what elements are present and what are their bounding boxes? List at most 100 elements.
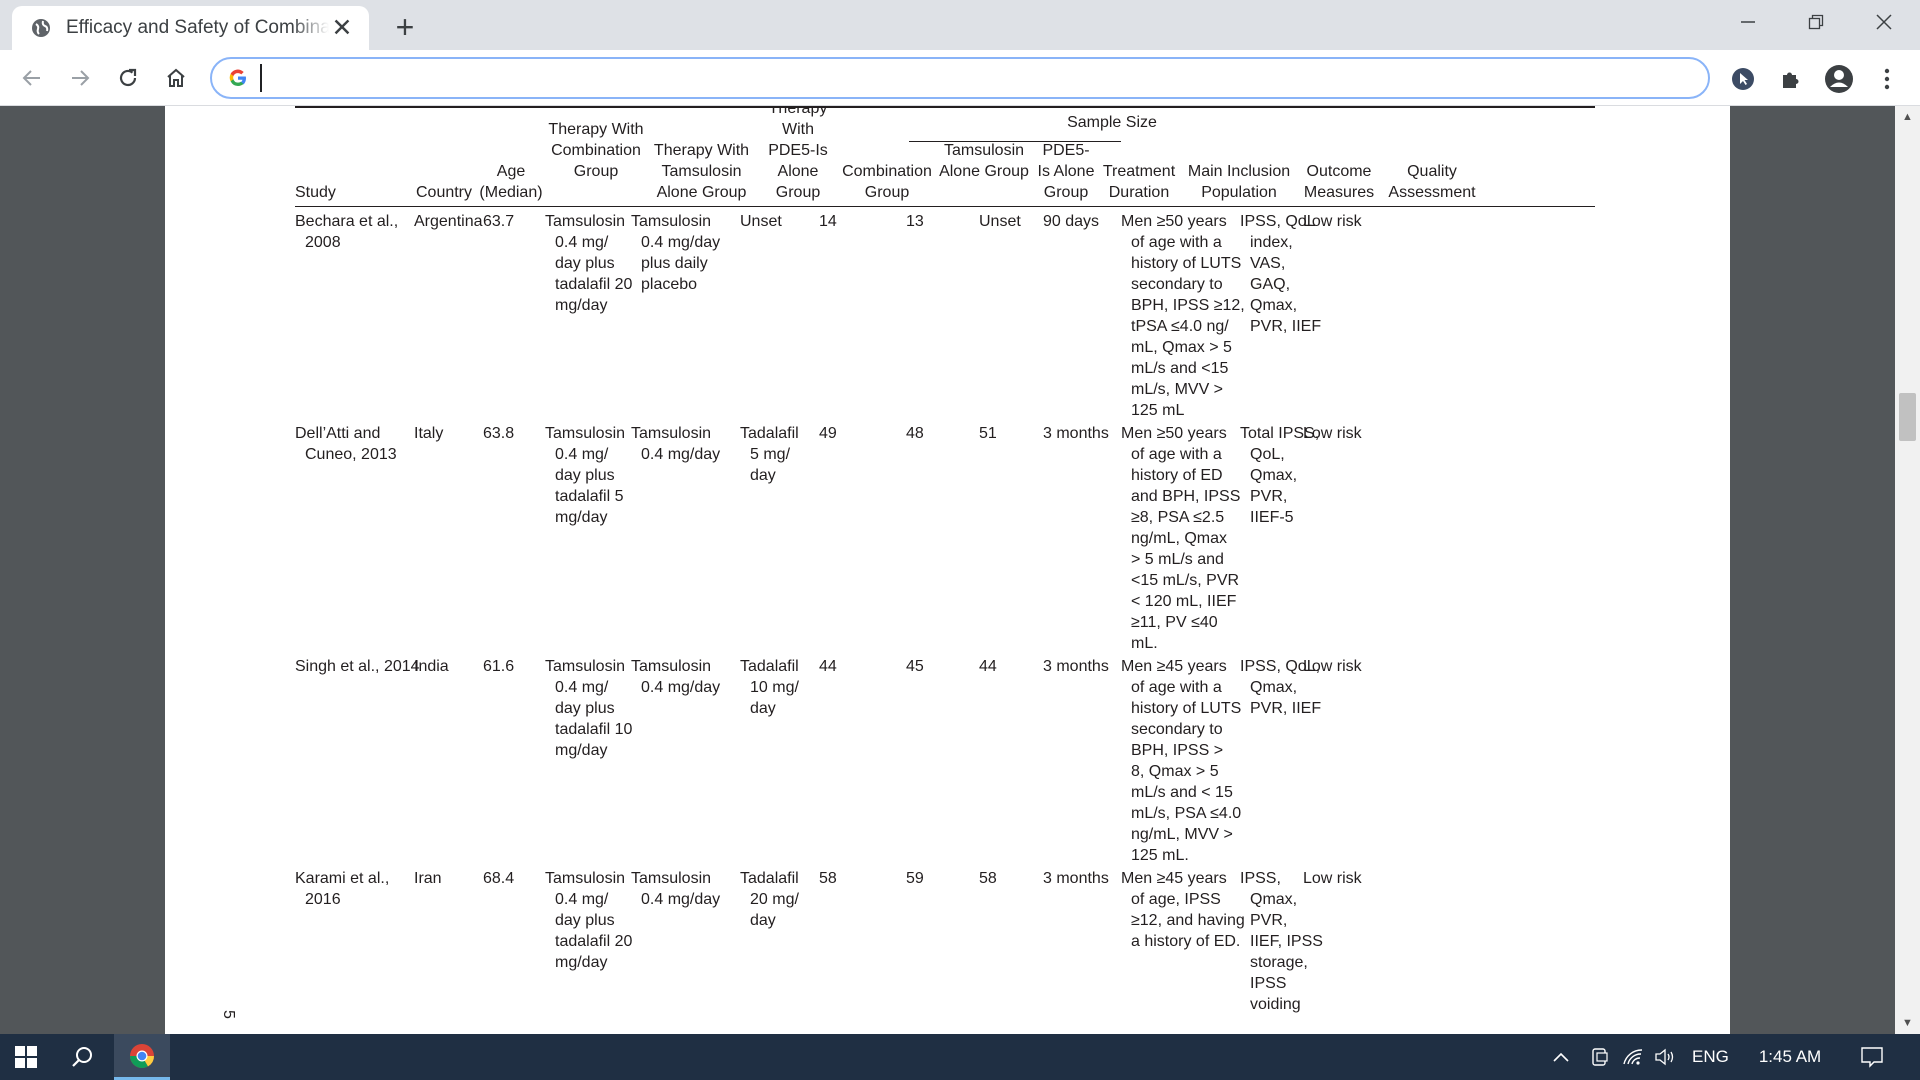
table-cell-age: 68.4: [483, 870, 515, 887]
table-cell-population: Men ≥50 years of age with a history of ED a…: [1121, 425, 1241, 652]
table-cell-n-pde5: 58: [979, 870, 997, 887]
table-cell-age: 63.7: [483, 213, 515, 230]
col-header-combination-therapy: Therapy With Combination Group: [548, 121, 644, 180]
search-icon: [72, 1047, 92, 1067]
table-cell-combination: Tamsulosin 0.4 mg/day plus tadalafil 20 mg/…: [545, 870, 633, 971]
arrow-left-icon: [22, 70, 40, 86]
col-header-duration: Treatment Duration: [1102, 163, 1176, 201]
table-cell-n-pde5: 51: [979, 425, 997, 442]
show-hidden-icons-icon[interactable]: [1548, 1052, 1574, 1062]
table-cell-tamsulosin: Tamsulosin 0.4 mg/day: [631, 658, 721, 696]
table-cell-pde5: Unset: [740, 213, 782, 230]
table-cell-combination: Tamsulosin 0.4 mg/day plus tadalafil 20 mg/…: [545, 213, 633, 314]
table-cell-country: Argentina: [414, 213, 483, 230]
table-cell-age: 63.8: [483, 425, 515, 442]
table-cell-n-tamsulosin: 45: [906, 658, 924, 675]
meet-now-icon[interactable]: [1582, 1047, 1618, 1067]
page-number: 5: [220, 1010, 237, 1019]
table-cell-study: Bechara et al., 2008: [295, 213, 399, 251]
browser-toolbar: [0, 50, 1920, 106]
search-button[interactable]: [58, 1034, 106, 1080]
col-header-pde5-therapy: Therapy With PDE5-Is Alone Group: [768, 106, 828, 201]
extension-cursor-button[interactable]: [1726, 62, 1760, 96]
language-indicator[interactable]: ENG: [1692, 1047, 1729, 1067]
extensions-button[interactable]: [1774, 62, 1808, 96]
clock[interactable]: 1:45 AM: [1759, 1047, 1821, 1067]
table-cell-study: Dell’Atti and Cuneo, 2013: [295, 425, 397, 463]
pdf-viewer: Sample Size Study Country Age (Median) T…: [0, 106, 1920, 1034]
tab-title: Efficacy and Safety of Combination Thera…: [66, 17, 329, 38]
browser-tab[interactable]: Efficacy and Safety of Combination Thera…: [12, 6, 369, 50]
volume-icon[interactable]: [1648, 1048, 1682, 1066]
table-cell-n-tamsulosin: 48: [906, 425, 924, 442]
reload-button[interactable]: [110, 60, 146, 96]
profile-button[interactable]: [1822, 62, 1856, 96]
document-page: Sample Size Study Country Age (Median) T…: [165, 106, 1730, 1034]
account-icon: [1825, 65, 1853, 93]
address-bar[interactable]: [210, 57, 1710, 99]
minimize-button[interactable]: [1718, 4, 1778, 40]
tab-close-icon[interactable]: ✕: [329, 14, 355, 42]
table-cell-n-tamsulosin: 59: [906, 870, 924, 887]
google-icon: [228, 67, 250, 89]
header-bottom-rule: [295, 206, 1595, 207]
table-cell-population: Men ≥45 years of age with a history of LUT…: [1121, 658, 1242, 864]
table-cell-tamsulosin: Tamsulosin 0.4 mg/day plus daily placebo: [631, 213, 721, 293]
system-tray: ENG 1:45 AM: [1548, 1034, 1821, 1080]
forward-button[interactable]: [62, 60, 98, 96]
table-cell-n-combination: 49: [819, 425, 837, 442]
table-cell-quality: Low risk: [1303, 658, 1362, 675]
table-cell-outcomes: IPSS, Qmax, PVR, IIEF, IPSS storage, IPSS void…: [1240, 870, 1323, 1013]
menu-button[interactable]: [1870, 62, 1904, 96]
table-cell-quality: Low risk: [1303, 213, 1362, 230]
reload-icon: [119, 68, 137, 87]
table-cell-n-combination: 44: [819, 658, 837, 675]
wifi-icon[interactable]: [1618, 1048, 1648, 1066]
table-cell-combination: Tamsulosin 0.4 mg/day plus tadalafil 5 mg/d…: [545, 425, 626, 526]
puzzle-icon: [1783, 72, 1799, 88]
table-cell-pde5: Tadalafil 20 mg/day: [740, 870, 799, 929]
notifications-button[interactable]: [1850, 1034, 1894, 1080]
table-cell-tamsulosin: Tamsulosin 0.4 mg/day: [631, 870, 721, 908]
col-header-country: Country: [415, 184, 473, 201]
table-cell-n-combination: 58: [819, 870, 837, 887]
col-header-quality: Quality Assessment: [1388, 163, 1476, 201]
col-header-n-combination: Combination Group: [842, 163, 932, 201]
scrollbar-thumb[interactable]: [1899, 393, 1916, 441]
scroll-down-icon[interactable]: ▼: [1895, 1012, 1920, 1034]
close-window-button[interactable]: [1854, 4, 1914, 40]
table-cell-tamsulosin: Tamsulosin 0.4 mg/day: [631, 425, 721, 463]
table-cell-quality: Low risk: [1303, 870, 1362, 887]
table-cell-duration: 3 months: [1043, 870, 1109, 887]
table-cell-combination: Tamsulosin 0.4 mg/day plus tadalafil 10 mg/…: [545, 658, 633, 759]
close-icon: [1876, 14, 1892, 30]
col-header-study: Study: [295, 184, 336, 201]
home-icon: [167, 68, 185, 87]
windows-icon: [15, 1046, 37, 1068]
address-input[interactable]: [260, 64, 1708, 92]
table-cell-study: Karami et al., 2016: [295, 870, 390, 908]
sample-size-header: Sample Size: [1067, 114, 1157, 131]
back-button[interactable]: [14, 60, 50, 96]
col-header-n-pde5: PDE5-Is Alone Group: [1037, 142, 1095, 201]
col-header-outcomes: Outcome Measures: [1303, 163, 1375, 201]
table-cell-n-pde5: Unset: [979, 213, 1021, 230]
minimize-icon: [1741, 21, 1755, 23]
restore-icon: [1808, 14, 1824, 30]
table-cell-duration: 3 months: [1043, 658, 1109, 675]
start-button[interactable]: [0, 1034, 52, 1080]
chrome-taskbar-button[interactable]: [114, 1034, 170, 1080]
scroll-up-icon[interactable]: ▲: [1895, 106, 1920, 128]
more-vertical-icon: [1884, 68, 1890, 90]
taskbar: ENG 1:45 AM: [0, 1034, 1920, 1080]
table-cell-study: Singh et al., 2014: [295, 658, 420, 675]
table-cell-population: Men ≥50 years of age with a history of LUT…: [1121, 213, 1245, 419]
table-cell-n-combination: 14: [819, 213, 837, 230]
globe-icon: [30, 17, 52, 39]
restore-button[interactable]: [1786, 4, 1846, 40]
vertical-scrollbar[interactable]: ▲ ▼: [1895, 106, 1920, 1034]
home-button[interactable]: [158, 60, 194, 96]
new-tab-button[interactable]: +: [390, 9, 420, 45]
table-cell-n-tamsulosin: 13: [906, 213, 924, 230]
table-cell-pde5: Tadalafil 10 mg/day: [740, 658, 799, 717]
